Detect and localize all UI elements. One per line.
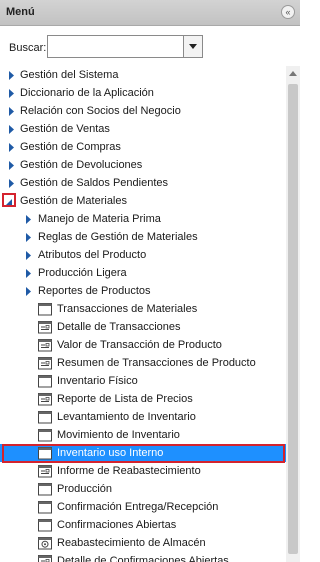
report-icon (38, 465, 52, 478)
collapsed-arrow-icon[interactable] (25, 215, 33, 224)
search-input[interactable] (48, 36, 183, 57)
tree-item-label: Atributos del Producto (38, 249, 147, 261)
tree-subfolder[interactable]: Reglas de Gestión de Materiales (0, 228, 286, 246)
double-chevron-left-icon[interactable]: « (281, 5, 295, 19)
tree-item[interactable]: Reporte de Lista de Precios (0, 390, 286, 408)
tree-item-label: Reportes de Productos (38, 285, 151, 297)
collapsed-arrow-icon[interactable] (8, 125, 16, 134)
menu-title: Menú (6, 6, 35, 18)
tree-item-label: Reglas de Gestión de Materiales (38, 231, 198, 243)
report-icon (38, 393, 52, 406)
tree-item-label: Detalle de Confirmaciones Abiertas (57, 555, 229, 562)
window-icon (38, 519, 52, 532)
collapsed-arrow-icon[interactable] (25, 287, 33, 296)
tree-item[interactable]: Levantamiento de Inventario (0, 408, 286, 426)
tree-folder[interactable]: Gestión de Saldos Pendientes (0, 174, 286, 192)
tree-item-label: Gestión de Devoluciones (20, 159, 143, 171)
report-icon (38, 321, 52, 334)
tree-item-label: Producción Ligera (38, 267, 127, 279)
tree-item-label: Transacciones de Materiales (57, 303, 198, 315)
window-icon (38, 411, 52, 424)
tree-folder[interactable]: Relación con Socios del Negocio (0, 102, 286, 120)
collapsed-arrow-icon[interactable] (8, 89, 16, 98)
tree-item-label: Confirmación Entrega/Recepción (57, 501, 219, 513)
tree-item-label: Confirmaciones Abiertas (57, 519, 177, 531)
tree-subfolder[interactable]: Atributos del Producto (0, 246, 286, 264)
tree-item-label: Resumen de Transacciones de Producto (57, 357, 256, 369)
tree-item-label: Reporte de Lista de Precios (57, 393, 193, 405)
window-icon (38, 429, 52, 442)
tree-folder[interactable]: Gestión del Sistema (0, 66, 286, 84)
collapsed-arrow-icon[interactable] (25, 251, 33, 260)
menu-header: Menú « (0, 0, 300, 26)
tree-item-label: Informe de Reabastecimiento (57, 465, 201, 477)
collapsed-arrow-icon[interactable] (8, 71, 16, 80)
tree-item-label: Relación con Socios del Negocio (20, 105, 181, 117)
tree-item-label: Gestión de Compras (20, 141, 121, 153)
tree-item[interactable]: Inventario Físico (0, 372, 286, 390)
collapsed-arrow-icon[interactable] (8, 143, 16, 152)
tree-folder[interactable]: Gestión de Compras (0, 138, 286, 156)
report-icon (38, 555, 52, 562)
tree-item-label: Inventario Físico (57, 375, 138, 387)
tree-item[interactable]: Detalle de Confirmaciones Abiertas (0, 552, 286, 562)
menu-tree: Gestión del Sistema Diccionario de la Apl… (0, 66, 286, 562)
tree-item[interactable]: Movimiento de Inventario (0, 426, 286, 444)
report-icon (38, 357, 52, 370)
menu-panel: Menú « Buscar: Gestión del Sistema Diccio… (0, 0, 300, 562)
search-row: Buscar: (0, 26, 300, 66)
tree-item-label: Levantamiento de Inventario (57, 411, 196, 423)
combo-dropdown-button[interactable] (183, 36, 202, 57)
search-combobox[interactable] (47, 35, 203, 58)
window-icon (38, 501, 52, 514)
collapsed-arrow-icon[interactable] (8, 107, 16, 116)
scroll-up-button[interactable] (286, 66, 300, 82)
collapsed-arrow-icon[interactable] (8, 179, 16, 188)
search-label: Buscar: (9, 42, 47, 54)
process-icon (38, 537, 52, 550)
tree-item-label: Movimiento de Inventario (57, 429, 180, 441)
tree-item[interactable]: Confirmación Entrega/Recepción (0, 498, 286, 516)
tree-item-label: Producción (57, 483, 113, 495)
report-icon (38, 339, 52, 352)
tree-folder[interactable]: Gestión de Devoluciones (0, 156, 286, 174)
tree-subfolder[interactable]: Reportes de Productos (0, 282, 286, 300)
tree-item[interactable]: Detalle de Transacciones (0, 318, 286, 336)
tree-item-label: Gestión de Ventas (20, 123, 110, 135)
tree-item-label: Inventario uso Interno (57, 447, 164, 459)
window-icon (38, 447, 52, 460)
tree-item[interactable]: Informe de Reabastecimiento (0, 462, 286, 480)
expanded-arrow-icon[interactable] (5, 197, 13, 206)
window-icon (38, 483, 52, 496)
scroll-thumb[interactable] (288, 84, 298, 554)
chevron-up-icon (289, 71, 297, 76)
tree-item-label: Gestión del Sistema (20, 69, 119, 81)
tree-item-label: Gestión de Saldos Pendientes (20, 177, 168, 189)
tree-item-label: Gestión de Materiales (20, 195, 127, 207)
tree-item[interactable]: Transacciones de Materiales (0, 300, 286, 318)
tree-item[interactable]: Confirmaciones Abiertas (0, 516, 286, 534)
tree-item-selected[interactable]: Inventario uso Interno (0, 444, 286, 462)
collapsed-arrow-icon[interactable] (25, 269, 33, 278)
tree-item-label: Detalle de Transacciones (57, 321, 181, 333)
tree-subfolder[interactable]: Manejo de Materia Prima (0, 210, 286, 228)
tree-item-label: Diccionario de la Aplicación (20, 87, 154, 99)
tree-item-label: Valor de Transacción de Producto (57, 339, 222, 351)
tree-folder[interactable]: Gestión de Ventas (0, 120, 286, 138)
window-icon (38, 375, 52, 388)
tree-item[interactable]: Resumen de Transacciones de Producto (0, 354, 286, 372)
vertical-scrollbar[interactable] (286, 66, 300, 562)
window-icon (38, 303, 52, 316)
collapsed-arrow-icon[interactable] (25, 233, 33, 242)
tree-folder-expanded[interactable]: Gestión de Materiales (0, 192, 286, 210)
tree-item[interactable]: Producción (0, 480, 286, 498)
tree-subfolder[interactable]: Producción Ligera (0, 264, 286, 282)
tree-item[interactable]: Reabastecimiento de Almacén (0, 534, 286, 552)
tree-item-label: Reabastecimiento de Almacén (57, 537, 206, 549)
chevron-down-icon (189, 44, 197, 49)
tree-item-label: Manejo de Materia Prima (38, 213, 161, 225)
tree-item[interactable]: Valor de Transacción de Producto (0, 336, 286, 354)
tree-folder[interactable]: Diccionario de la Aplicación (0, 84, 286, 102)
collapsed-arrow-icon[interactable] (8, 161, 16, 170)
